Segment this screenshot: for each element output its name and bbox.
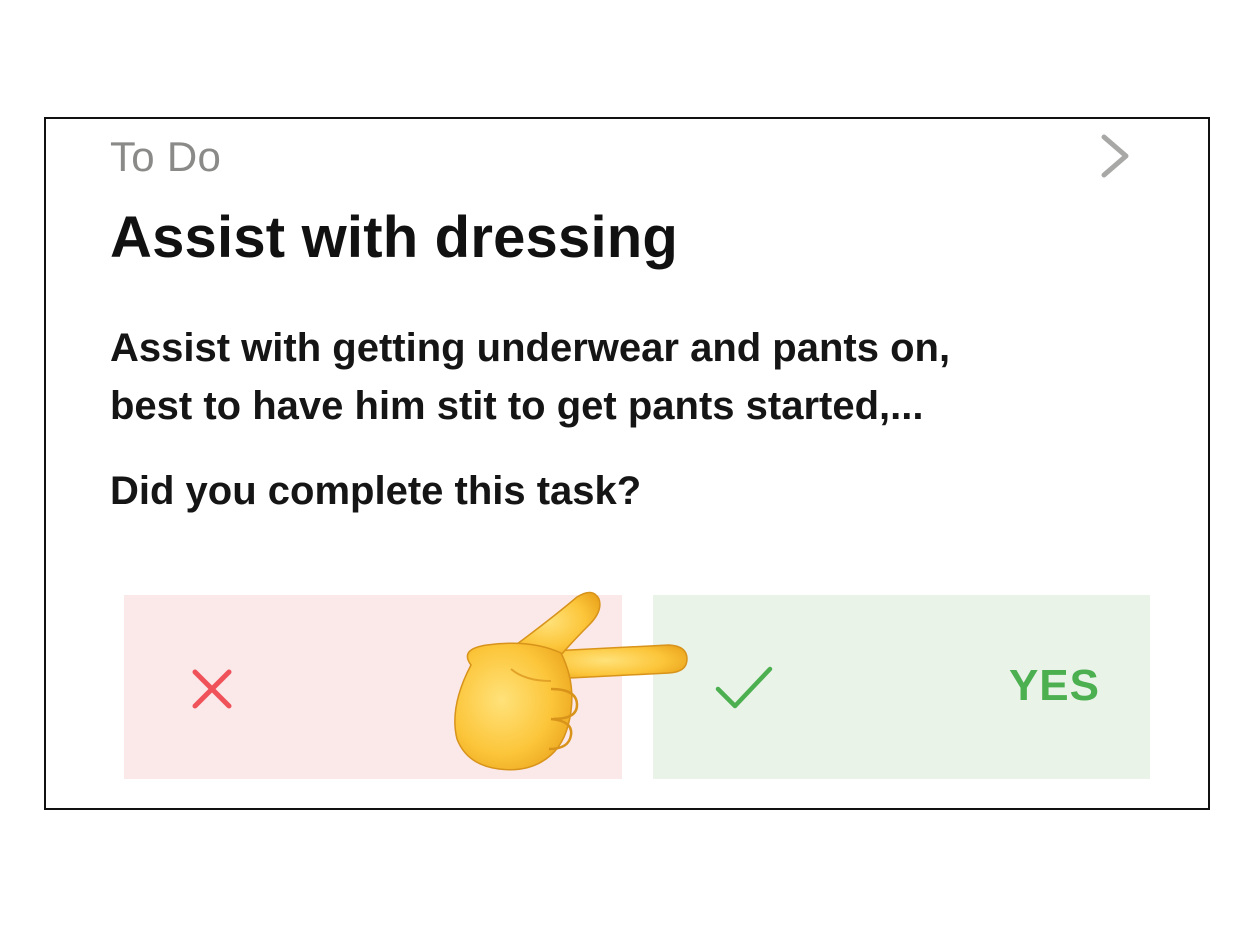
task-card: To Do Assist with dressing Assist with g… xyxy=(44,117,1210,810)
check-icon xyxy=(715,666,773,709)
task-description-line: Assist with getting underwear and pants … xyxy=(110,326,951,370)
completion-question: Did you complete this task? xyxy=(110,469,642,513)
task-description-line: best to have him stit to get pants start… xyxy=(110,384,924,428)
x-icon xyxy=(192,669,232,709)
yes-label: YES xyxy=(1008,661,1100,710)
task-description: Assist with getting underwear and pants … xyxy=(110,319,1190,435)
chevron-right-icon[interactable] xyxy=(1092,131,1138,181)
status-label: To Do xyxy=(110,133,222,180)
no-button[interactable] xyxy=(124,595,622,779)
task-title: Assist with dressing xyxy=(110,205,679,270)
yes-button[interactable]: YES xyxy=(653,595,1150,779)
